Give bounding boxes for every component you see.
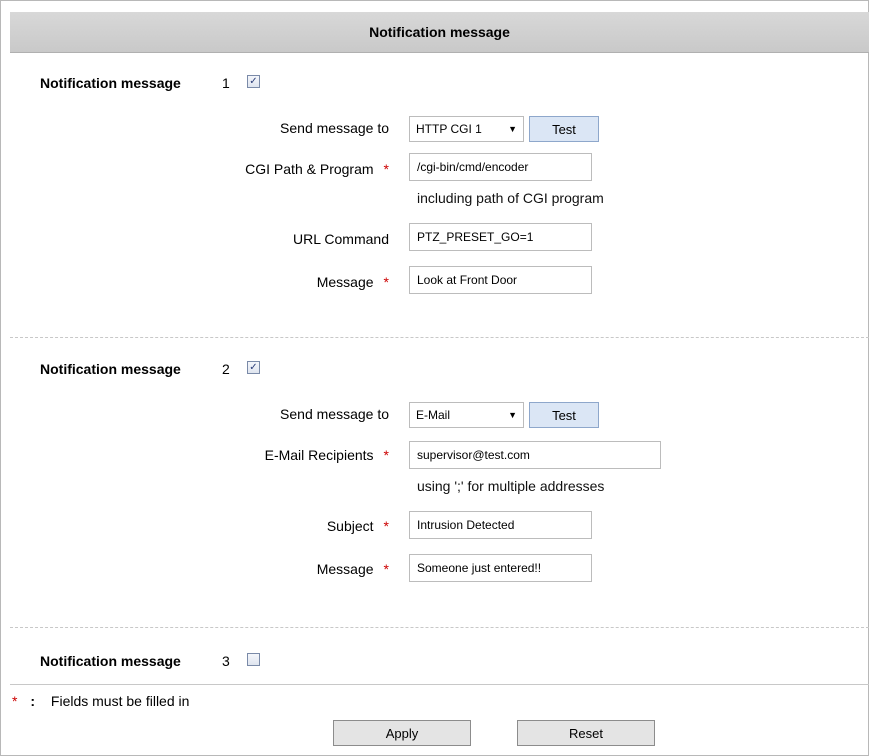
section-3-enable-checkbox[interactable] (247, 653, 260, 666)
section-3-number: 3 (222, 653, 230, 669)
reset-button[interactable]: Reset (517, 720, 655, 746)
page-header: Notification message (10, 12, 869, 53)
email-recipients-label: E-Mail Recipients * (264, 447, 389, 463)
check-icon: ✓ (249, 75, 258, 87)
message-label: Message * (316, 274, 389, 290)
send-to-value: HTTP CGI 1 (416, 122, 482, 136)
message-label: Message * (316, 561, 389, 577)
send-to-value: E-Mail (416, 408, 451, 422)
cgi-path-hint: including path of CGI program (417, 190, 604, 206)
send-to-select[interactable]: HTTP CGI 1 ▼ (409, 116, 524, 142)
subject-label: Subject * (326, 518, 389, 534)
page-frame (0, 0, 869, 756)
section-divider (10, 627, 869, 628)
send-to-label: Send message to (280, 120, 389, 136)
email-recipients-hint: using ';' for multiple addresses (417, 478, 605, 494)
section-2-title: Notification message (40, 361, 181, 377)
check-icon: ✓ (249, 361, 258, 373)
page-title: Notification message (369, 24, 510, 40)
required-note: * : Fields must be filled in (12, 693, 190, 709)
send-to-select[interactable]: E-Mail ▼ (409, 402, 524, 428)
section-divider (10, 337, 869, 338)
message-input[interactable]: Someone just entered!! (409, 554, 592, 582)
section-2-number: 2 (222, 361, 230, 377)
section-1-title: Notification message (40, 75, 181, 91)
message-input[interactable]: Look at Front Door (409, 266, 592, 294)
chevron-down-icon: ▼ (508, 124, 517, 134)
section-1-enable-checkbox[interactable]: ✓ (247, 75, 260, 88)
section-3-title: Notification message (40, 653, 181, 669)
cgi-path-label: CGI Path & Program * (245, 161, 389, 177)
chevron-down-icon: ▼ (508, 410, 517, 420)
email-recipients-input[interactable]: supervisor@test.com (409, 441, 661, 469)
test-button[interactable]: Test (529, 116, 599, 142)
send-to-label: Send message to (280, 406, 389, 422)
subject-input[interactable]: Intrusion Detected (409, 511, 592, 539)
url-command-label: URL Command (293, 231, 389, 247)
apply-button[interactable]: Apply (333, 720, 471, 746)
test-button[interactable]: Test (529, 402, 599, 428)
cgi-path-input[interactable]: /cgi-bin/cmd/encoder (409, 153, 592, 181)
url-command-input[interactable]: PTZ_PRESET_GO=1 (409, 223, 592, 251)
footer-divider (10, 684, 869, 685)
section-1-number: 1 (222, 75, 230, 91)
section-2-enable-checkbox[interactable]: ✓ (247, 361, 260, 374)
